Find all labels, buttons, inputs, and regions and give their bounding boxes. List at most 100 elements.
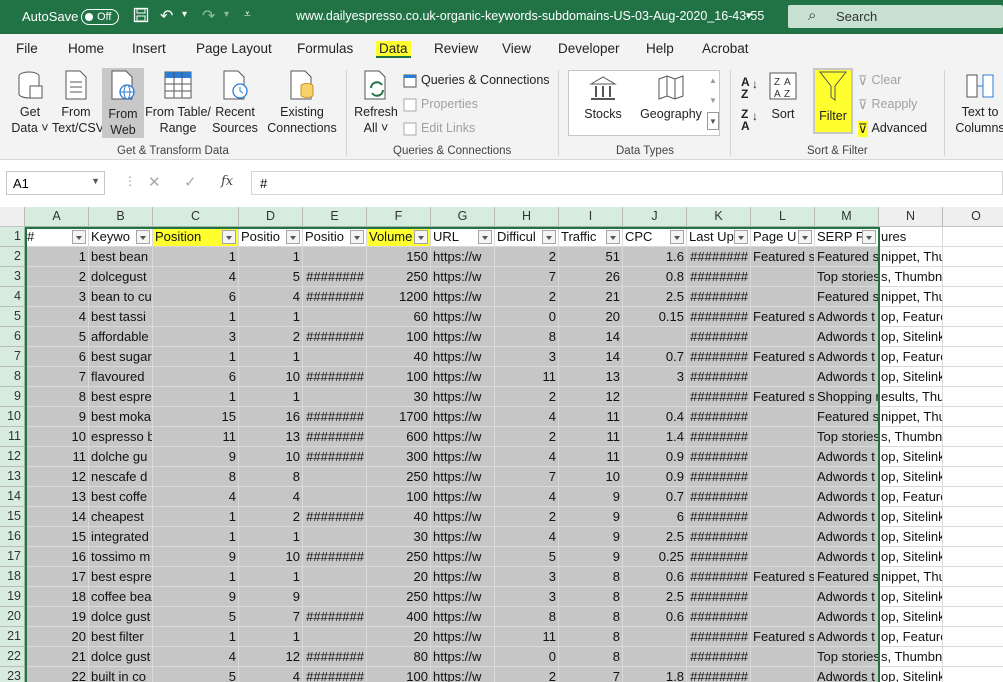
table-cell[interactable]: 10 — [25, 427, 89, 447]
tab-insert[interactable]: Insert — [132, 41, 166, 56]
table-cell[interactable]: 1 — [153, 507, 239, 527]
table-cell[interactable]: https://w — [431, 547, 495, 567]
table-cell[interactable]: 4 — [153, 487, 239, 507]
table-cell[interactable]: ######## — [687, 547, 751, 567]
tab-acrobat[interactable]: Acrobat — [702, 41, 749, 56]
filter-dropdown-icon[interactable] — [414, 230, 428, 244]
tab-data[interactable]: Data — [376, 41, 411, 58]
tab-formulas[interactable]: Formulas — [297, 41, 353, 56]
table-cell[interactable]: 0.9 — [623, 467, 687, 487]
table-cell[interactable]: ######## — [303, 267, 367, 287]
tab-page-layout[interactable]: Page Layout — [196, 41, 272, 56]
table-cell[interactable]: Featured s — [815, 247, 879, 267]
table-cell[interactable]: https://w — [431, 267, 495, 287]
table-cell[interactable] — [751, 587, 815, 607]
sort-descending-button[interactable]: Z A ↓ — [741, 108, 758, 132]
column-header-j[interactable]: J — [623, 207, 687, 227]
table-cell[interactable]: 0.9 — [623, 447, 687, 467]
row-header[interactable]: 5 — [0, 307, 25, 327]
header-cell[interactable]: Difficul — [495, 227, 559, 247]
table-cell[interactable]: 1 — [153, 387, 239, 407]
table-cell[interactable]: ######## — [303, 607, 367, 627]
table-cell[interactable]: 4 — [495, 407, 559, 427]
table-cell[interactable]: best tassi — [89, 307, 153, 327]
table-cell[interactable]: 13 — [559, 367, 623, 387]
table-cell[interactable]: 7 — [239, 607, 303, 627]
table-cell[interactable]: 10 — [559, 467, 623, 487]
row-header[interactable]: 10 — [0, 407, 25, 427]
table-cell[interactable]: Adwords t — [815, 507, 879, 527]
redo-icon[interactable]: ↷ — [202, 6, 215, 26]
table-cell[interactable]: https://w — [431, 507, 495, 527]
table-cell[interactable] — [751, 327, 815, 347]
table-cell[interactable]: 8 — [559, 607, 623, 627]
tab-review[interactable]: Review — [434, 41, 478, 56]
table-cell[interactable]: 1 — [153, 307, 239, 327]
table-cell[interactable]: 7 — [25, 367, 89, 387]
table-cell[interactable]: nippet, Thumbnail, — [879, 247, 943, 267]
table-cell[interactable]: 13 — [25, 487, 89, 507]
table-cell[interactable] — [751, 667, 815, 682]
table-cell[interactable]: built in co — [89, 667, 153, 682]
table-cell[interactable]: https://w — [431, 647, 495, 667]
table-cell[interactable] — [943, 267, 1003, 287]
table-cell[interactable]: nescafe d — [89, 467, 153, 487]
sort-ascending-button[interactable]: A Z ↓ — [741, 76, 758, 100]
table-cell[interactable]: Featured s — [815, 407, 879, 427]
table-cell[interactable]: 0.4 — [623, 407, 687, 427]
table-cell[interactable]: ######## — [687, 247, 751, 267]
table-cell[interactable] — [943, 307, 1003, 327]
table-cell[interactable] — [943, 467, 1003, 487]
table-cell[interactable] — [943, 247, 1003, 267]
table-cell[interactable]: op, Sitelinks, People — [879, 447, 943, 467]
table-cell[interactable]: 20 — [367, 627, 431, 647]
column-header-e[interactable]: E — [303, 207, 367, 227]
table-cell[interactable]: 100 — [367, 327, 431, 347]
table-cell[interactable]: 1 — [239, 627, 303, 647]
table-cell[interactable]: 9 — [559, 527, 623, 547]
table-cell[interactable] — [943, 547, 1003, 567]
table-cell[interactable]: ######## — [687, 587, 751, 607]
table-cell[interactable]: 8 — [559, 567, 623, 587]
table-cell[interactable]: tossimo m — [89, 547, 153, 567]
table-cell[interactable]: 60 — [367, 307, 431, 327]
header-cell[interactable]: Keywo — [89, 227, 153, 247]
table-cell[interactable]: best espre — [89, 567, 153, 587]
table-cell[interactable] — [751, 287, 815, 307]
search-box[interactable]: ⌕ Search — [788, 5, 1003, 28]
table-cell[interactable]: 0.7 — [623, 487, 687, 507]
table-cell[interactable]: op, Featured snippe — [879, 307, 943, 327]
table-cell[interactable] — [943, 287, 1003, 307]
table-cell[interactable]: op, Featured snippe — [879, 487, 943, 507]
undo-icon[interactable]: ↶ — [160, 6, 173, 26]
table-cell[interactable]: 1 — [239, 567, 303, 587]
undo-dropdown-icon[interactable]: ▾ — [182, 9, 187, 20]
table-cell[interactable]: 15 — [153, 407, 239, 427]
table-cell[interactable]: 1 — [25, 247, 89, 267]
table-cell[interactable]: 80 — [367, 647, 431, 667]
table-cell[interactable]: 9 — [559, 547, 623, 567]
table-cell[interactable]: 8 — [495, 607, 559, 627]
formula-input[interactable]: # — [251, 171, 1003, 195]
table-cell[interactable]: Adwords t — [815, 667, 879, 682]
table-cell[interactable]: 8 — [559, 627, 623, 647]
table-cell[interactable] — [943, 667, 1003, 682]
table-cell[interactable] — [303, 487, 367, 507]
row-header[interactable]: 16 — [0, 527, 25, 547]
table-cell[interactable]: ######## — [303, 287, 367, 307]
column-header-i[interactable]: I — [559, 207, 623, 227]
table-cell[interactable]: 30 — [367, 387, 431, 407]
header-cell[interactable]: URL — [431, 227, 495, 247]
table-cell[interactable]: ######## — [303, 327, 367, 347]
table-cell[interactable]: Adwords t — [815, 627, 879, 647]
queries-connections-button[interactable]: Queries & Connections — [403, 72, 550, 88]
table-cell[interactable]: espresso b — [89, 427, 153, 447]
table-cell[interactable]: ######## — [303, 507, 367, 527]
table-cell[interactable]: 0 — [495, 647, 559, 667]
table-cell[interactable]: 4 — [495, 527, 559, 547]
customize-qat-icon[interactable]: ⩡ — [244, 7, 251, 22]
name-box[interactable]: A1 ▼ — [6, 171, 105, 195]
table-cell[interactable]: 10 — [239, 367, 303, 387]
table-cell[interactable] — [943, 507, 1003, 527]
table-cell[interactable] — [943, 427, 1003, 447]
